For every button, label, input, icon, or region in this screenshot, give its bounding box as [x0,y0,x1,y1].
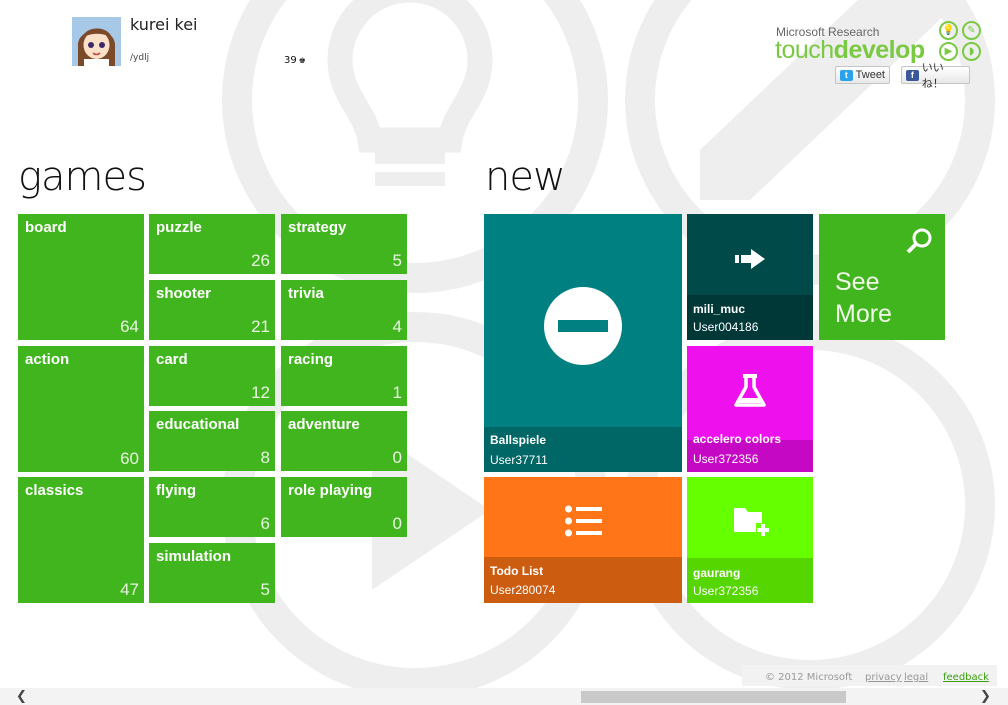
tile-count: 1 [392,383,402,402]
tile-count: 6 [260,514,270,533]
tile-name: adventure [288,416,360,433]
games-tile-racing[interactable]: racing 1 [281,346,407,406]
scroll-left-icon[interactable]: ❮ [16,689,27,704]
lightbulb-icon[interactable]: 💡 [939,21,958,40]
games-tile-shooter[interactable]: shooter 21 [149,280,275,340]
tile-name: Ballspiele [490,433,547,447]
twitter-icon: t [840,69,853,81]
games-tile-strategy[interactable]: strategy 5 [281,214,407,274]
new-tile-todo-list[interactable]: Todo List User280074 [484,477,682,603]
user-id: /ydlj [130,53,150,63]
games-tile-action[interactable]: action 60 [18,346,144,472]
list-icon [565,505,602,537]
games-tile-trivia[interactable]: trivia 4 [281,280,407,340]
search-icon [906,228,932,254]
tile-name: Todo List [490,564,544,578]
arrow-right-icon [735,249,765,269]
tile-name: accelero colors [693,432,782,446]
games-tile-educational[interactable]: educational 8 [149,411,275,471]
tile-name: educational [156,416,240,433]
tile-name: card [156,351,188,368]
games-tile-simulation[interactable]: simulation 5 [149,543,275,603]
tile-band: gaurang User372356 [687,558,813,603]
brand-light: touch [775,36,834,64]
tile-count: 47 [120,580,139,599]
pencil-icon[interactable]: ✎ [962,21,981,40]
games-tile-flying[interactable]: flying 6 [149,477,275,537]
scroll-right-icon[interactable]: ❯ [980,689,991,704]
tile-count: 60 [120,449,139,468]
tile-count: 0 [392,514,402,533]
tile-name: trivia [288,285,324,302]
tile-count: 64 [120,317,139,336]
tile-name: mili_muc [693,302,746,316]
like-label: いいね！ [921,62,944,90]
tile-count: 12 [251,383,270,402]
tile-name: racing [288,351,334,368]
tile-band: Ballspiele User37711 [484,427,682,472]
legal-link[interactable]: legal [904,672,928,683]
games-tile-adventure[interactable]: adventure 0 [281,411,407,471]
tile-name: action [25,351,70,368]
tile-user: User280074 [490,583,556,597]
tile-name: simulation [156,548,232,565]
games-title: games [18,154,147,200]
games-tile-classics[interactable]: classics 47 [18,477,144,603]
tile-name: gaurang [693,566,741,580]
tile-count: 5 [260,580,270,599]
games-tile-card[interactable]: card 12 [149,346,275,406]
feedback-link[interactable]: feedback [943,672,989,683]
games-tile-role-playing[interactable]: role playing 0 [281,477,407,537]
privacy-link[interactable]: privacy [865,672,902,683]
minus-circle-icon [544,287,622,365]
horizontal-scrollbar[interactable] [0,688,1008,705]
new-tile-gaurang[interactable]: gaurang User372356 [687,477,813,603]
tile-count: 0 [392,448,402,467]
new-title: new [485,154,566,200]
games-tile-puzzle[interactable]: puzzle 26 [149,214,275,274]
tile-count: 21 [251,317,270,336]
tile-count: 26 [251,251,270,270]
tile-count: 8 [260,448,270,467]
avatar[interactable] [72,17,121,66]
tile-band: Todo List User280074 [484,557,682,603]
tile-name: shooter [156,285,212,302]
tweet-label: Tweet [855,69,885,81]
tile-user: User372356 [693,584,759,598]
tile-band: mili_muc User004186 [687,295,813,340]
copyright: © 2012 Microsoft [765,672,853,683]
brand-logo-text[interactable]: touchdevelop [775,36,925,65]
tile-name: role playing [288,482,373,499]
new-tile-ballspiele[interactable]: Ballspiele User37711 [484,214,682,472]
games-tile-board[interactable]: board 64 [18,214,144,340]
user-name[interactable]: kurei kei [130,15,198,34]
tile-band: accelero colors User372356 [687,432,813,472]
folder-add-icon [734,508,770,536]
tile-name: board [25,219,67,236]
trophy-icon: ♚ [298,56,306,65]
score-value: 39 [284,55,297,66]
see-more-line2: More [835,300,892,328]
tile-user: User004186 [693,320,759,334]
tweet-button[interactable]: t Tweet [835,66,890,84]
tile-count: 5 [392,251,402,270]
tile-user: User37711 [490,453,548,467]
tile-count: 4 [392,317,402,336]
see-more-line1: See [835,268,880,296]
new-tile-accelero-colors[interactable]: accelero colors User372356 [687,346,813,472]
see-more-tile[interactable]: See More [819,214,945,340]
user-score: 39 ♚ [284,55,306,66]
tile-name: classics [25,482,84,499]
scrollbar-thumb[interactable] [581,691,846,703]
like-button[interactable]: f いいね！ [901,62,970,90]
facebook-icon: f [906,69,919,81]
new-tile-mili-muc[interactable]: mili_muc User004186 [687,214,813,340]
tile-name: strategy [288,219,347,236]
brand-bold: develop [833,36,925,64]
tile-name: puzzle [156,219,202,236]
tile-user: User372356 [693,452,759,466]
flask-icon [734,374,766,407]
tile-name: flying [156,482,196,499]
